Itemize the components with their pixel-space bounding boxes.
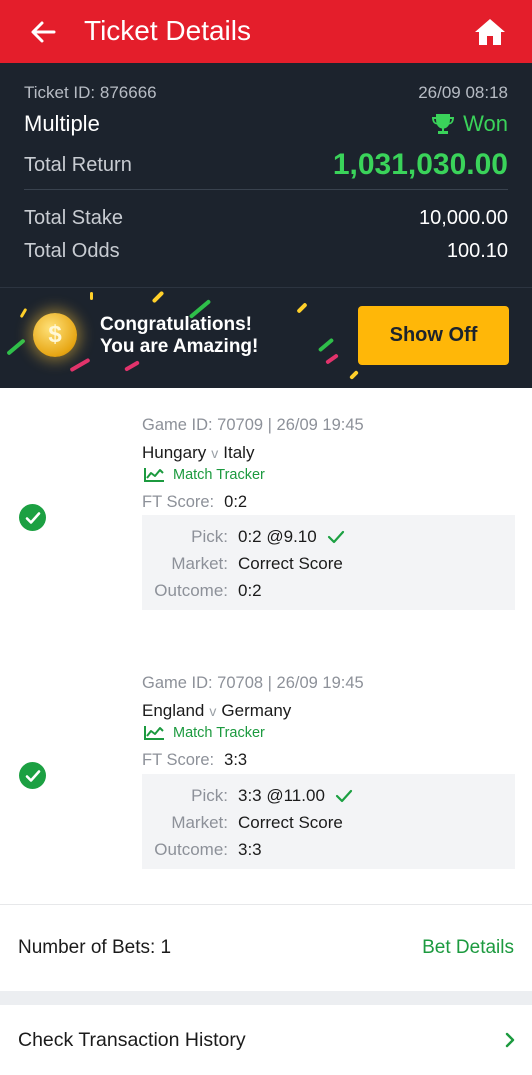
away-team: Italy <box>223 443 255 462</box>
congrats-banner: $ Congratulations! You are Amazing! Show… <box>0 287 532 388</box>
confetti-decoration <box>151 290 165 304</box>
pick-row: Pick: 0:2 @9.10 <box>142 527 515 547</box>
ft-score-value: 0:2 <box>224 493 248 511</box>
game-meta: Game ID: 70708 | 26/09 19:45 <box>142 674 364 692</box>
section-gap <box>0 991 532 1005</box>
bet-leg: Game ID: 70708 | 26/09 19:45 England v Ger… <box>0 646 532 904</box>
bet-details-link[interactable]: Bet Details <box>422 937 514 959</box>
transaction-history-row[interactable]: Check Transaction History <box>0 1005 532 1075</box>
total-return-label: Total Return <box>24 153 132 176</box>
match-tracker-label: Match Tracker <box>173 725 265 741</box>
trophy-icon <box>432 114 455 134</box>
confetti-decoration <box>19 307 28 319</box>
pick-value: 3:3 @11.00 <box>238 786 325 805</box>
congrats-line-1: Congratulations! <box>100 314 252 335</box>
total-return-row: Total Return 1,031,030.00 <box>24 148 508 182</box>
versus-label: v <box>211 445 219 461</box>
bet-type: Multiple <box>24 111 100 136</box>
ticket-id-row: Ticket ID: 876666 26/09 08:18 <box>24 83 508 103</box>
total-stake-value: 10,000.00 <box>419 207 508 229</box>
ticket-summary: Ticket ID: 876666 26/09 08:18 Multiple W… <box>0 63 532 287</box>
total-stake-label: Total Stake <box>24 207 123 229</box>
confetti-decoration <box>325 353 339 365</box>
market-label: Market: <box>171 813 228 832</box>
market-value: Correct Score <box>238 554 343 573</box>
match-teams: Hungary v Italy <box>142 443 254 463</box>
match-tracker-link[interactable]: Match Tracker <box>143 467 265 483</box>
confetti-decoration <box>317 337 335 353</box>
market-row: Market: Correct Score <box>142 813 515 833</box>
pick-row: Pick: 3:3 @11.00 <box>142 786 515 806</box>
confetti-decoration <box>296 302 308 314</box>
pick-details-box: Pick: 0:2 @9.10 Market: Correct Score Ou… <box>142 515 515 610</box>
outcome-value: 0:2 <box>238 581 262 600</box>
status-text: Won <box>463 111 508 136</box>
home-team: England <box>142 701 205 720</box>
outcome-row: Outcome: 0:2 <box>142 581 515 601</box>
page-title: Ticket Details <box>84 15 252 46</box>
ft-score-row: FT Score: 3:3 <box>142 751 247 770</box>
confetti-decoration <box>124 360 140 372</box>
confetti-decoration <box>90 292 93 300</box>
back-button[interactable] <box>26 15 60 49</box>
congrats-text: Congratulations! You are Amazing! <box>100 314 258 358</box>
pick-details-box: Pick: 3:3 @11.00 Market: Correct Score O… <box>142 774 515 869</box>
match-tracker-label: Match Tracker <box>173 467 265 483</box>
market-value: Correct Score <box>238 813 343 832</box>
app-header: Ticket Details <box>0 0 532 63</box>
coin-icon: $ <box>33 313 77 357</box>
market-label: Market: <box>171 554 228 573</box>
checkmark-icon <box>335 789 353 803</box>
total-stake-row: Total Stake 10,000.00 <box>24 207 508 230</box>
pick-label: Pick: <box>191 786 228 805</box>
confetti-decoration <box>69 357 91 373</box>
outcome-label: Outcome: <box>154 840 228 859</box>
home-button[interactable] <box>472 14 508 50</box>
pick-value: 0:2 @9.10 <box>238 527 317 546</box>
match-tracker-link[interactable]: Match Tracker <box>143 725 265 741</box>
transaction-history-label: Check Transaction History <box>18 1028 246 1051</box>
outcome-row: Outcome: 3:3 <box>142 840 515 860</box>
total-odds-label: Total Odds <box>24 240 120 262</box>
confetti-decoration <box>6 338 26 356</box>
away-team: Germany <box>221 701 292 720</box>
bets-summary-row: Number of Bets: 1 Bet Details <box>0 905 532 991</box>
outcome-label: Outcome: <box>154 581 228 600</box>
chart-line-icon <box>144 726 164 740</box>
ft-score-row: FT Score: 0:2 <box>142 493 247 512</box>
match-teams: England v Germany <box>142 701 291 721</box>
checkmark-icon <box>327 530 344 544</box>
ticket-time: 26/09 08:18 <box>418 83 508 102</box>
home-team: Hungary <box>142 443 207 462</box>
chevron-right-icon <box>505 1032 515 1048</box>
back-arrow-icon <box>31 21 56 43</box>
congrats-line-2: You are Amazing! <box>100 336 259 357</box>
home-icon <box>475 19 505 45</box>
total-odds-row: Total Odds 100.10 <box>24 240 508 263</box>
confetti-decoration <box>349 370 359 380</box>
total-odds-value: 100.10 <box>446 240 508 262</box>
status-badge: Won <box>431 111 508 137</box>
total-return-value: 1,031,030.00 <box>332 148 508 181</box>
show-off-button[interactable]: Show Off <box>358 306 509 365</box>
bets-count: Number of Bets: 1 <box>18 937 172 958</box>
market-row: Market: Correct Score <box>142 554 515 574</box>
versus-label: v <box>209 703 217 719</box>
summary-divider <box>24 189 508 190</box>
ft-score-value: 3:3 <box>224 751 248 769</box>
bet-leg: Game ID: 70709 | 26/09 19:45 Hungary v Ita… <box>0 388 532 646</box>
ft-score-label: FT Score: <box>142 493 215 511</box>
ticket-id: Ticket ID: 876666 <box>24 83 157 102</box>
pick-label: Pick: <box>191 527 228 546</box>
check-circle-icon <box>19 762 46 789</box>
outcome-value: 3:3 <box>238 840 262 859</box>
check-circle-icon <box>19 504 46 531</box>
bet-type-row: Multiple Won <box>24 111 508 137</box>
chart-line-icon <box>144 468 164 482</box>
ft-score-label: FT Score: <box>142 751 215 769</box>
game-meta: Game ID: 70709 | 26/09 19:45 <box>142 416 364 434</box>
